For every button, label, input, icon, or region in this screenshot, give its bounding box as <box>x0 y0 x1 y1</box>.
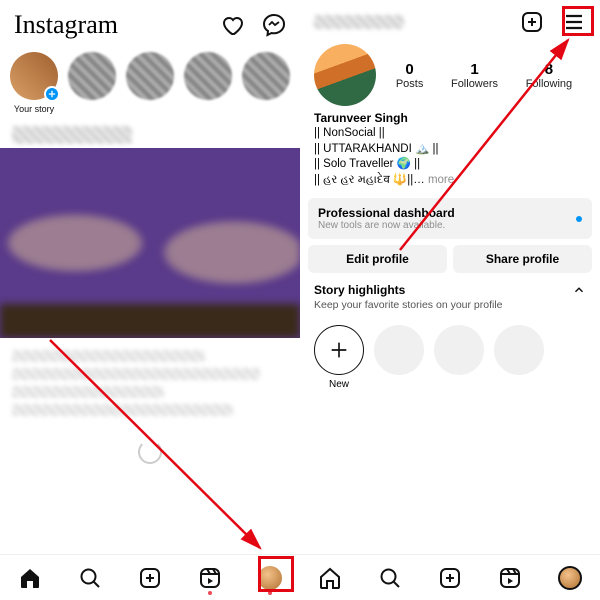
notification-dot-icon <box>268 591 272 595</box>
bio-line: || NonSocial || <box>314 126 586 142</box>
highlight-placeholder <box>374 325 424 375</box>
tab-search[interactable] <box>377 565 403 591</box>
story-item[interactable] <box>184 52 232 114</box>
tab-reels[interactable] <box>197 565 223 591</box>
stat-following[interactable]: 8 Following <box>526 61 572 90</box>
bio-line: || UTTARAKHANDI 🏔️ || <box>314 142 586 158</box>
username-pixelated <box>314 15 404 29</box>
story-item[interactable] <box>68 52 116 114</box>
activity-heart-icon[interactable] <box>220 13 244 37</box>
profile-stats: 0 Posts 1 Followers 8 Following <box>382 44 586 106</box>
highlights-title: Story highlights <box>314 283 405 297</box>
highlight-placeholder <box>494 325 544 375</box>
highlight-new[interactable]: New <box>314 325 364 390</box>
add-story-icon[interactable] <box>44 86 60 102</box>
highlight-placeholder <box>434 325 484 375</box>
feed-post <box>0 122 300 476</box>
your-story[interactable]: Your story <box>10 52 58 114</box>
profile-avatar-icon[interactable] <box>558 566 582 590</box>
highlights-sub: Keep your favorite stories on your profi… <box>314 299 586 311</box>
new-indicator-dot-icon <box>576 216 582 222</box>
notification-dot-icon <box>208 591 212 595</box>
share-profile-button[interactable]: Share profile <box>453 245 592 273</box>
bio-line: || Solo Traveller 🌍 || <box>314 157 586 173</box>
highlight-new-label: New <box>314 379 364 390</box>
chevron-up-icon[interactable] <box>572 283 586 297</box>
tab-reels[interactable] <box>497 565 523 591</box>
profile-avatar[interactable] <box>314 44 376 106</box>
tab-bar <box>0 554 300 600</box>
profile-header <box>300 0 600 40</box>
tab-bar <box>300 554 600 600</box>
profile-top: 0 Posts 1 Followers 8 Following <box>300 40 600 108</box>
tab-profile[interactable] <box>257 565 283 591</box>
story-item[interactable] <box>242 52 290 114</box>
bio-line: || હર હર મહાદેव 🔱||… more <box>314 173 586 189</box>
profile-actions: Edit profile Share profile <box>300 245 600 273</box>
your-story-label: Your story <box>14 104 54 114</box>
tab-profile[interactable] <box>557 565 583 591</box>
tab-home[interactable] <box>17 565 43 591</box>
pro-dash-sub: New tools are now available. <box>318 220 455 231</box>
tab-create[interactable] <box>137 565 163 591</box>
bio-more-link[interactable]: more <box>428 174 454 186</box>
profile-name: Tarunveer Singh <box>314 110 586 126</box>
post-author-pixelated <box>12 126 132 144</box>
profile-screen: 0 Posts 1 Followers 8 Following Tarunvee… <box>300 0 600 600</box>
profile-avatar-icon[interactable] <box>258 566 282 590</box>
highlights-row: New <box>300 315 600 400</box>
feed-screen: Instagram Your story <box>0 0 300 600</box>
stories-row[interactable]: Your story <box>0 46 300 122</box>
tab-home[interactable] <box>317 565 343 591</box>
stat-posts[interactable]: 0 Posts <box>396 61 424 90</box>
pro-dash-title: Professional dashboard <box>318 206 455 220</box>
messenger-icon[interactable] <box>262 13 286 37</box>
menu-hamburger-icon[interactable] <box>562 10 586 34</box>
loading-spinner-icon <box>138 440 162 464</box>
feed-header: Instagram <box>0 0 300 46</box>
story-item[interactable] <box>126 52 174 114</box>
tab-search[interactable] <box>77 565 103 591</box>
instagram-logo: Instagram <box>14 10 118 40</box>
post-image[interactable] <box>0 148 300 338</box>
tab-create[interactable] <box>437 565 463 591</box>
edit-profile-button[interactable]: Edit profile <box>308 245 447 273</box>
profile-bio: Tarunveer Singh || NonSocial || || UTTAR… <box>300 108 600 192</box>
stat-followers[interactable]: 1 Followers <box>451 61 498 90</box>
create-icon[interactable] <box>520 10 544 34</box>
story-highlights-section: Story highlights Keep your favorite stor… <box>300 273 600 315</box>
professional-dashboard-card[interactable]: Professional dashboard New tools are now… <box>308 198 592 239</box>
